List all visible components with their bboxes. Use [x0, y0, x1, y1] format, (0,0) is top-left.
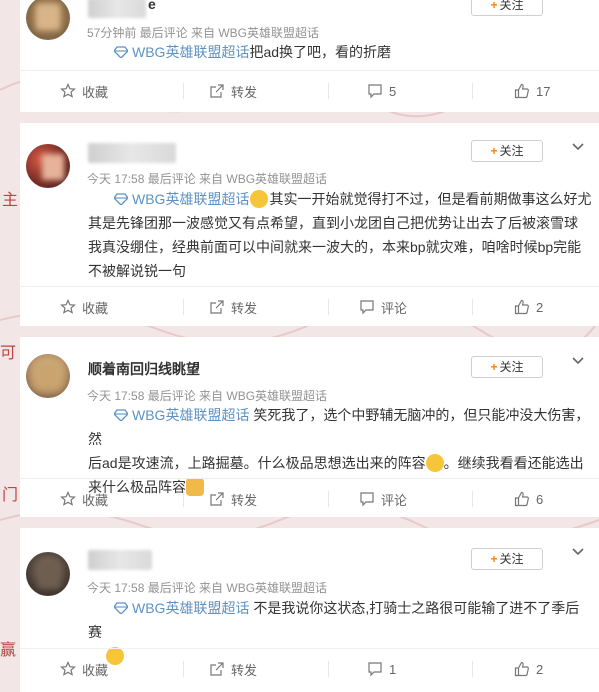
avatar[interactable] — [26, 0, 70, 40]
like-button[interactable]: 2 — [514, 287, 543, 327]
favorite-button[interactable]: 收藏 — [60, 71, 108, 111]
share-icon — [210, 662, 224, 676]
username[interactable]: 顺着南回归线眺望 — [88, 359, 200, 379]
chevron-down-icon[interactable] — [571, 545, 585, 559]
forward-button[interactable]: 转发 — [209, 71, 257, 111]
action-bar: 收藏 转发 5 17 — [20, 70, 599, 111]
grin-emoji — [425, 454, 444, 472]
topic-link[interactable]: WBG英雄联盟超话 — [132, 191, 249, 207]
topic-link[interactable]: WBG英雄联盟超话 — [132, 600, 249, 616]
username-blurred[interactable] — [88, 0, 146, 18]
username[interactable]: e — [148, 0, 156, 12]
username-blurred[interactable] — [88, 143, 176, 163]
comment-icon — [360, 492, 374, 507]
action-bar: 收藏 转发 评论 2 — [20, 286, 599, 327]
svg-text:可: 可 — [0, 345, 16, 362]
comment-button[interactable]: 5 — [367, 71, 396, 111]
follow-button[interactable]: + 关注 — [471, 356, 543, 378]
comment-button[interactable]: 1 — [367, 649, 396, 689]
topic-link[interactable]: WBG英雄联盟超话 — [132, 407, 249, 423]
favorite-button[interactable]: 收藏 — [60, 287, 108, 327]
star-icon — [60, 299, 76, 314]
post-meta: 今天 17:58 最后评论 来自 WBG英雄联盟超话 — [87, 581, 328, 595]
svg-text:门: 门 — [2, 486, 18, 504]
thumbs-up-icon — [514, 83, 529, 99]
comment-icon — [360, 300, 374, 315]
supertopic-icon — [114, 46, 128, 58]
share-icon — [210, 300, 224, 314]
like-button[interactable]: 17 — [514, 71, 550, 111]
chevron-down-icon[interactable] — [571, 354, 585, 368]
username-blurred[interactable] — [88, 550, 152, 570]
follow-button[interactable]: + 关注 — [471, 140, 543, 162]
follow-button[interactable]: + 关注 — [471, 548, 543, 570]
follow-button[interactable]: + 关注 — [471, 0, 543, 16]
thumbs-up-icon — [514, 661, 529, 677]
supertopic-icon — [114, 602, 128, 614]
comment-button[interactable]: 评论 — [359, 287, 407, 327]
action-bar: 收藏 转发 评论 6 — [20, 478, 599, 519]
post-content: WBG英雄联盟超话把ad换了吧，看的折磨 — [88, 40, 593, 64]
share-icon — [210, 84, 224, 98]
forward-button[interactable]: 转发 — [209, 287, 257, 327]
laughing-emoji — [250, 190, 269, 208]
comment-icon — [368, 84, 382, 99]
avatar[interactable] — [26, 552, 70, 596]
supertopic-icon — [114, 409, 128, 421]
avatar[interactable] — [26, 144, 70, 188]
favorite-button[interactable]: 收藏 — [60, 649, 108, 689]
thumbs-up-icon — [514, 299, 529, 315]
forward-button[interactable]: 转发 — [209, 479, 257, 519]
favorite-button[interactable]: 收藏 — [60, 479, 108, 519]
post-card: e 57分钟前 最后评论 来自 WBG英雄联盟超话 + 关注 WBG英雄联盟超话把… — [20, 0, 599, 112]
post-card: + 关注 今天 17:58 最后评论 来自 WBG英雄联盟超话 WBG英雄联盟超话… — [20, 528, 599, 692]
star-icon — [60, 661, 76, 676]
comment-button[interactable]: 评论 — [359, 479, 407, 519]
post-meta: 今天 17:58 最后评论 来自 WBG英雄联盟超话 — [87, 172, 328, 186]
post-card: + 关注 今天 17:58 最后评论 来自 WBG英雄联盟超话 WBG英雄联盟超话… — [20, 123, 599, 326]
post-meta: 57分钟前 最后评论 来自 WBG英雄联盟超话 — [87, 26, 320, 40]
chevron-down-icon[interactable] — [571, 140, 585, 154]
thumbs-up-icon — [514, 491, 529, 507]
share-icon — [210, 492, 224, 506]
post-meta: 今天 17:58 最后评论 来自 WBG英雄联盟超话 — [87, 389, 328, 403]
avatar[interactable] — [26, 354, 70, 398]
post-content: WBG英雄联盟超话 其实一开始就觉得打不过，但是看前期做事这么好尤 其是先锋团那一… — [88, 190, 592, 279]
comment-icon — [368, 662, 382, 677]
action-bar: 收藏 转发 1 2 — [20, 648, 599, 689]
star-icon — [60, 491, 76, 506]
like-button[interactable]: 2 — [514, 649, 543, 689]
svg-text:赢: 赢 — [0, 641, 16, 659]
forward-button[interactable]: 转发 — [209, 649, 257, 689]
like-button[interactable]: 6 — [514, 479, 543, 519]
topic-link[interactable]: WBG英雄联盟超话 — [132, 44, 249, 60]
supertopic-icon — [114, 193, 128, 205]
post-card: 顺着南回归线眺望 + 关注 今天 17:58 最后评论 来自 WBG英雄联盟超话 … — [20, 337, 599, 517]
svg-text:主: 主 — [2, 191, 18, 209]
star-icon — [60, 83, 76, 98]
